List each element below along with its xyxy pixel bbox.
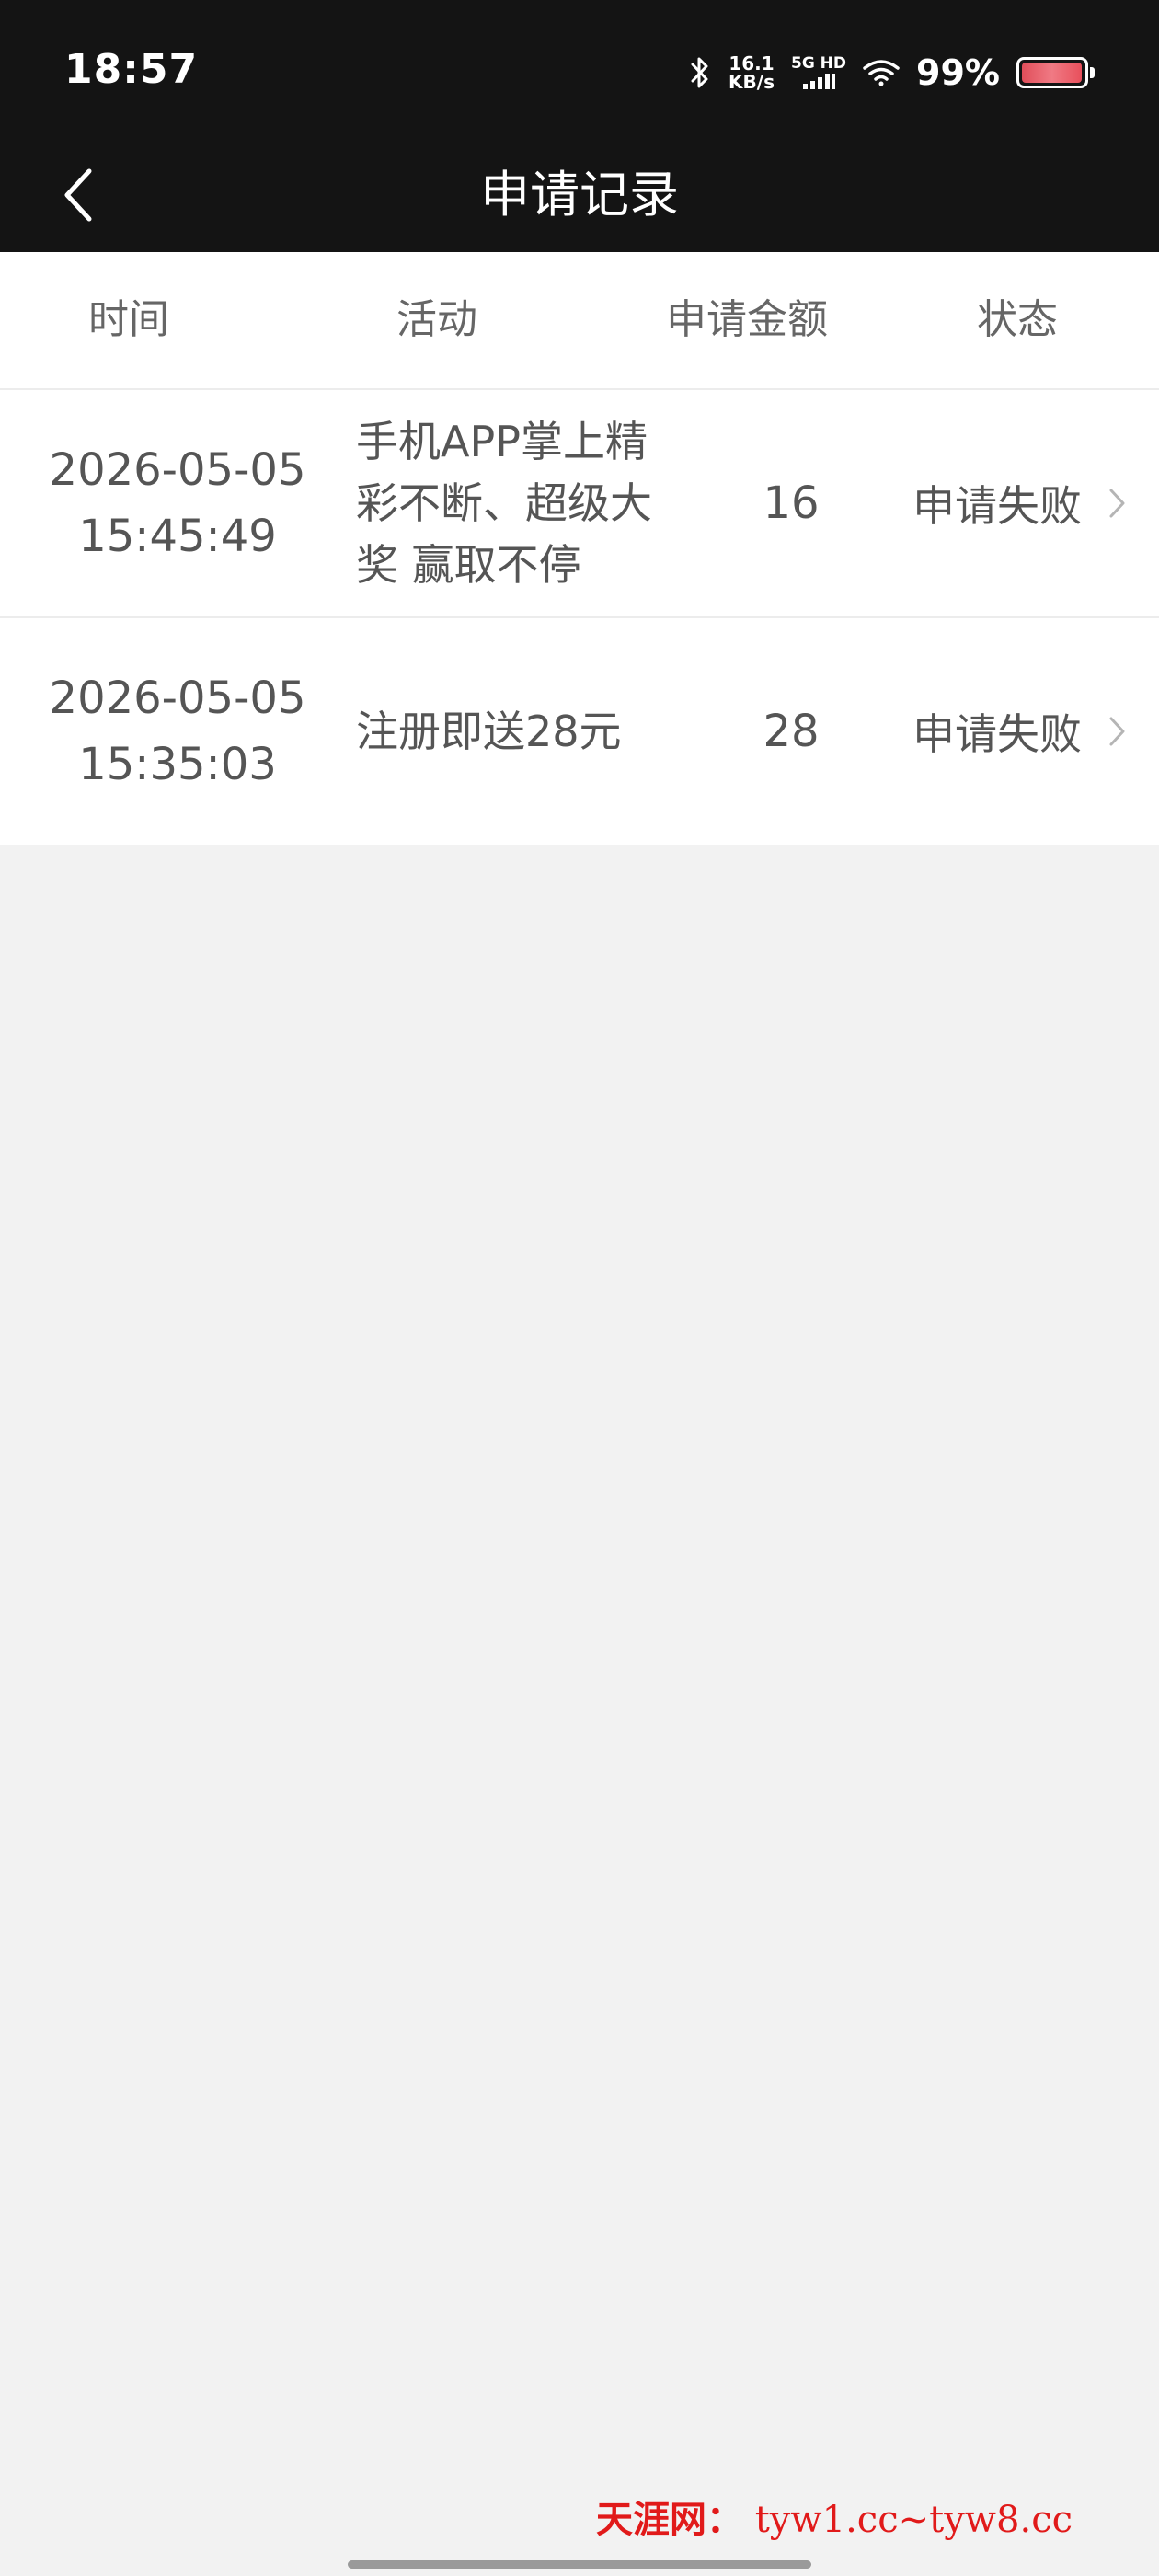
nav-bar: 申请记录 <box>0 138 1159 252</box>
network-speed: 16.1 KB/s <box>729 54 775 91</box>
battery-percent: 99% <box>916 52 1000 93</box>
chevron-right-icon <box>1107 618 1128 845</box>
row-time: 15:45:49 <box>78 511 277 562</box>
activity-line: 奖 赢取不停 <box>356 539 581 590</box>
column-header-amount: 申请金额 <box>666 296 828 343</box>
home-indicator[interactable] <box>348 2560 811 2569</box>
table-row[interactable]: 2026-05-05 15:45:49 手机APP掌上精 彩不断、超级大 奖 赢… <box>0 390 1159 616</box>
row-datetime: 2026-05-05 15:45:49 <box>50 390 306 616</box>
row-status: 申请失败 <box>912 709 1082 759</box>
row-datetime: 2026-05-05 15:35:03 <box>50 618 306 845</box>
watermark-urls: tyw1.cc~tyw8.cc <box>754 2499 1073 2541</box>
column-header-time: 时间 <box>88 296 169 343</box>
activity-line: 手机APP掌上精 <box>356 416 648 466</box>
column-header-activity: 活动 <box>396 296 477 343</box>
battery-icon <box>1016 57 1095 88</box>
row-activity: 注册即送28元 <box>356 618 696 845</box>
clock: 18:57 <box>64 46 199 93</box>
status-bar: 18:57 16.1 KB/s 5G HD 99% <box>0 0 1159 138</box>
row-time: 15:35:03 <box>78 739 277 790</box>
network-speed-value: 16.1 <box>729 52 775 75</box>
activity-line: 注册即送28元 <box>356 706 622 756</box>
network-speed-unit: KB/s <box>729 71 775 93</box>
activity-line: 彩不断、超级大 <box>356 477 652 528</box>
row-date: 2026-05-05 <box>49 673 306 724</box>
table-header: 时间 活动 申请金额 状态 <box>0 252 1159 390</box>
chevron-right-icon <box>1107 390 1128 616</box>
row-activity: 手机APP掌上精 彩不断、超级大 奖 赢取不停 <box>356 390 696 616</box>
status-icons: 16.1 KB/s 5G HD 99% <box>688 50 1095 96</box>
watermark-site-name: 天涯网： <box>596 2498 743 2541</box>
cellular-signal: 5G HD <box>790 53 847 90</box>
column-header-status: 状态 <box>977 296 1058 343</box>
row-status: 申请失败 <box>912 481 1082 531</box>
watermark: 天涯网： tyw1.cc~tyw8.cc <box>596 2490 1073 2543</box>
table-row[interactable]: 2026-05-05 15:35:03 注册即送28元 28 申请失败 <box>0 618 1159 845</box>
bluetooth-icon <box>688 55 712 90</box>
row-amount: 28 <box>763 706 820 757</box>
row-amount: 16 <box>763 477 820 529</box>
wifi-icon <box>863 59 900 86</box>
row-date: 2026-05-05 <box>49 444 306 496</box>
signal-label: 5G HD <box>790 53 847 73</box>
signal-bars-icon <box>803 73 835 89</box>
page-title: 申请记录 <box>480 166 679 224</box>
